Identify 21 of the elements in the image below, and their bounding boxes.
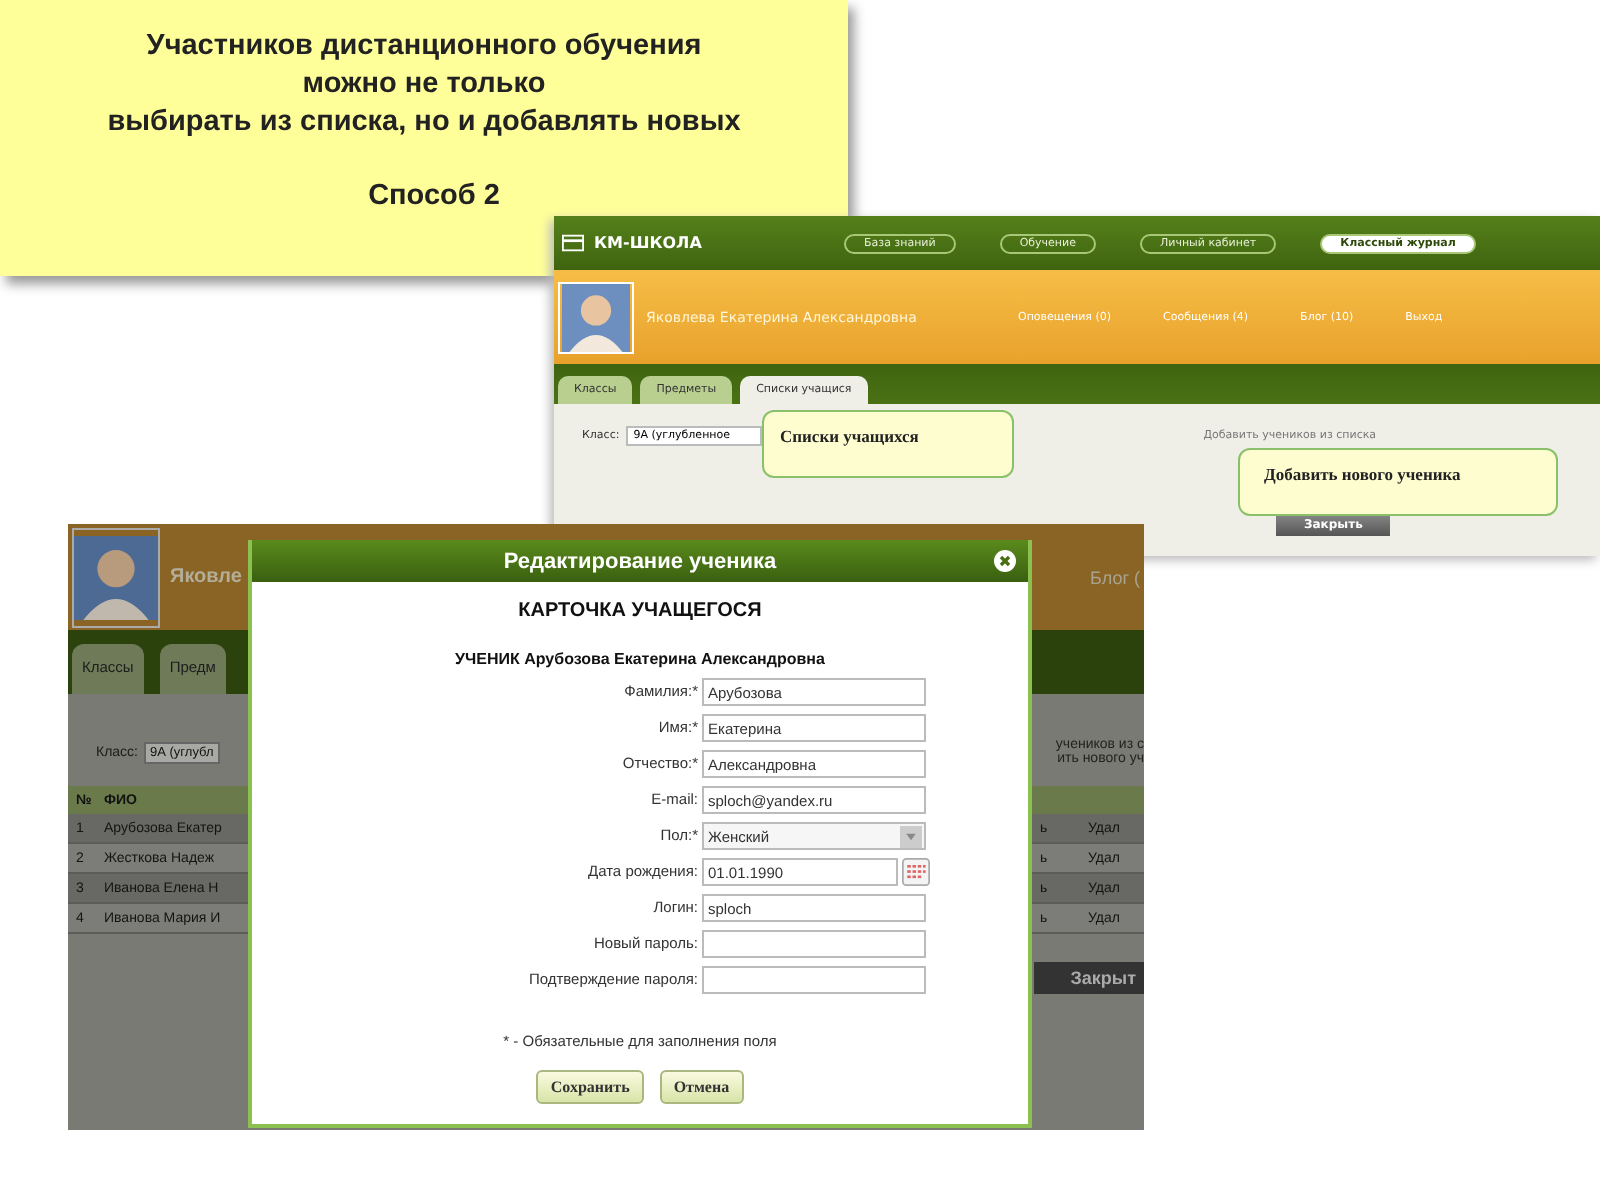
dialog-title: Редактирование ученика [503,549,777,573]
avatar-icon [72,527,160,627]
logo-text: КМ-ШКОЛА [594,234,704,252]
student-name: УЧЕНИК Арубозова Екатерина Александровна [455,650,825,668]
note-callout: Добавить нового ученика [1238,448,1558,516]
callout-line: выбирать из списка, но и добавлять новых [107,104,741,142]
dialog-button[interactable]: Отмена [659,1070,744,1104]
input-field[interactable] [702,930,926,958]
close-button[interactable]: Закрыт [1034,962,1144,994]
user-name: Яковле [170,566,242,588]
dialog-button[interactable]: Сохранить [536,1070,644,1104]
close-icon[interactable] [994,550,1016,572]
callout-subtitle: Способ 2 [368,180,500,212]
callout-line: Участников дистанционного обучения [146,28,702,66]
avatar-icon [558,281,634,353]
card-heading: КАРТОЧКА УЧАЩЕГОСЯ [518,600,762,622]
card-icon [562,234,584,252]
note-callout: Списки учащихся [762,410,1014,478]
callout-line: можно не только [302,66,546,104]
calendar-icon[interactable] [902,858,930,886]
input-field[interactable] [702,966,926,994]
